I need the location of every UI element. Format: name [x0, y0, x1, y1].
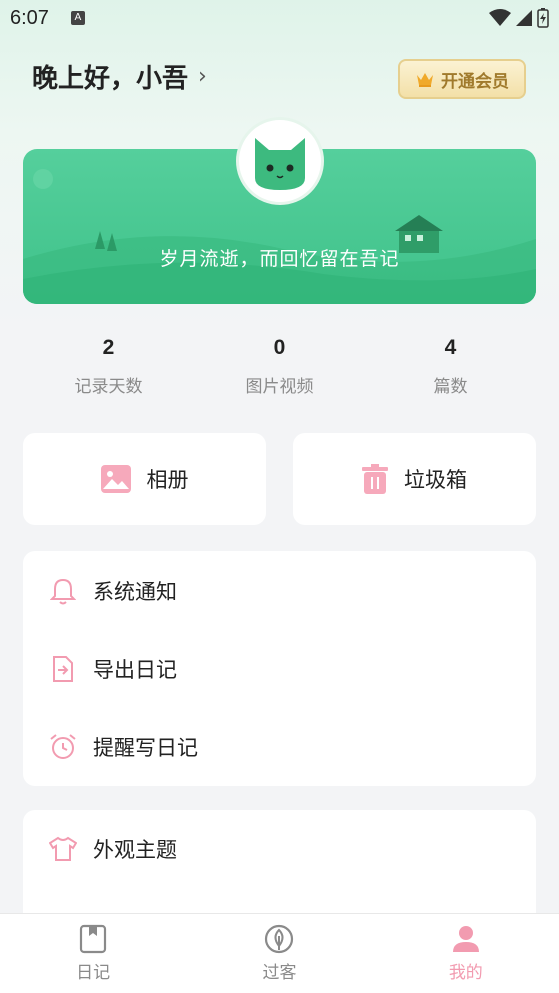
alarm-clock-icon [49, 733, 77, 761]
stat-label: 篇数 [433, 377, 468, 397]
crown-icon [417, 73, 433, 87]
menu-item-reminder[interactable]: 提醒写日记 [23, 708, 536, 786]
chevron-right-icon: › [198, 64, 207, 89]
avatar[interactable] [236, 117, 324, 205]
stat-value: 2 [102, 336, 115, 359]
vip-button[interactable]: 开通会员 [398, 59, 526, 99]
profile-icon [452, 926, 479, 952]
tab-label: 日记 [76, 963, 111, 983]
vip-label: 开通会员 [441, 71, 509, 92]
image-icon [100, 465, 131, 493]
stat-label: 记录天数 [74, 377, 143, 397]
notification-a-icon: A [70, 11, 85, 25]
menu-item-label: 导出日记 [93, 658, 177, 682]
menu-item-export[interactable]: 导出日记 [23, 630, 536, 708]
stat-label: 图片视频 [245, 377, 314, 397]
bell-icon [49, 577, 77, 605]
menu-item-label: 外观主题 [93, 838, 177, 862]
signal-icon [516, 10, 532, 26]
album-button[interactable]: 相册 [23, 433, 266, 525]
leaf-icon [265, 924, 294, 954]
greeting-text: 晚上好，小吾 [32, 64, 189, 94]
trash-button[interactable]: 垃圾箱 [293, 433, 536, 525]
menu-item-label: 提醒写日记 [93, 736, 198, 760]
stat-value: 4 [444, 336, 457, 359]
stat-value: 0 [273, 336, 286, 359]
tab-passersby[interactable]: 过客 [186, 914, 372, 993]
battery-icon [537, 8, 549, 28]
trash-icon [362, 464, 388, 494]
tshirt-icon [49, 835, 77, 863]
album-label: 相册 [146, 468, 189, 492]
diary-book-icon [80, 924, 107, 954]
stat-media: 0 图片视频 [194, 336, 365, 397]
tab-diary[interactable]: 日记 [0, 914, 186, 993]
settings-menu-1: 系统通知 导出日记 提醒写日记 [23, 551, 536, 786]
wifi-icon [489, 9, 511, 26]
greeting-link[interactable]: 晚上好，小吾 › [32, 58, 207, 95]
tab-label: 过客 [262, 963, 297, 983]
tab-mine[interactable]: 我的 [373, 914, 559, 993]
menu-item-theme[interactable]: 外观主题 [23, 810, 536, 888]
status-time: 6:07 [10, 6, 49, 29]
bottom-tab-bar: 日记 过客 我的 [0, 913, 559, 993]
stats-row: 2 记录天数 0 图片视频 4 篇数 [23, 336, 536, 397]
export-icon [49, 655, 77, 683]
trash-label: 垃圾箱 [404, 468, 467, 492]
cat-avatar-icon [255, 138, 305, 190]
menu-item-notifications[interactable]: 系统通知 [23, 552, 536, 630]
menu-item-label: 系统通知 [93, 580, 177, 604]
status-icons [489, 8, 549, 28]
tab-label: 我的 [448, 963, 483, 983]
stat-entries: 4 篇数 [365, 336, 536, 397]
stat-record-days: 2 记录天数 [23, 336, 194, 397]
banner-slogan: 岁月流逝，而回忆留在吾记 [159, 248, 400, 270]
status-bar: 6:07 A [0, 0, 559, 36]
settings-menu-2: 外观主题 [23, 810, 536, 930]
